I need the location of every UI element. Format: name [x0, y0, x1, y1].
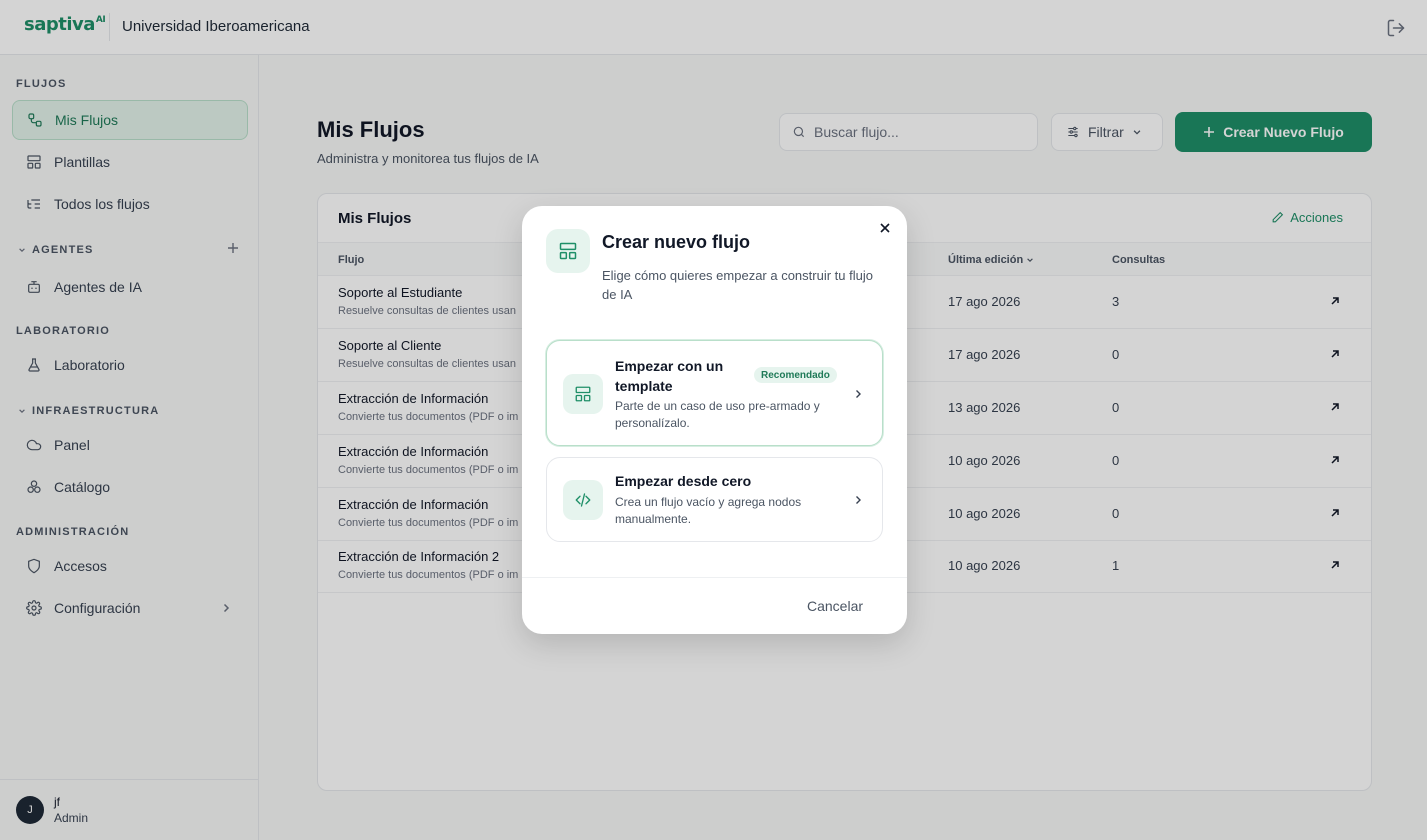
modal-header-icon: [546, 229, 590, 273]
create-flow-modal: Crear nuevo flujo Elige cómo quieres emp…: [522, 206, 907, 634]
chevron-right-icon: [856, 390, 861, 398]
recommended-badge: Recomendado: [754, 367, 837, 383]
option-scratch[interactable]: Empezar desde cero Crea un flujo vacío y…: [546, 457, 883, 542]
template-icon: [575, 386, 591, 402]
option-template[interactable]: Empezar con un template Recomendado Part…: [546, 340, 883, 446]
option-description: Crea un flujo vacío y agrega nodos manua…: [615, 495, 802, 526]
modal-title: Crear nuevo flujo: [602, 232, 751, 252]
modal-footer: Cancelar: [522, 577, 907, 634]
option-title: Empezar con un template: [615, 358, 724, 394]
option-title: Empezar desde cero: [615, 473, 752, 489]
template-icon: [559, 242, 577, 260]
close-icon[interactable]: [878, 221, 892, 235]
option-description: Parte de un caso de uso pre-armado y per…: [615, 399, 820, 430]
option-icon: [563, 480, 603, 520]
cancel-button[interactable]: Cancelar: [807, 598, 863, 614]
option-icon: [563, 374, 603, 414]
modal-description: Elige cómo quieres empezar a construir t…: [602, 268, 873, 302]
code-icon: [575, 493, 591, 507]
chevron-right-icon: [856, 496, 861, 504]
